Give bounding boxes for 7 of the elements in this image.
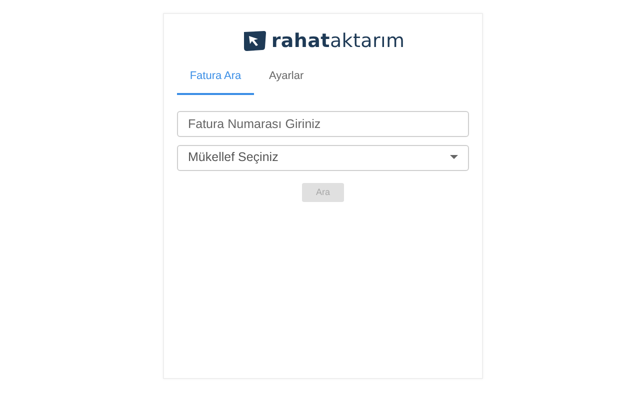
logo-icon: [241, 30, 268, 52]
taxpayer-select[interactable]: Mükellef Seçiniz: [177, 144, 469, 170]
caret-icon: [450, 155, 458, 160]
logo-text: rahataktarım: [271, 32, 405, 50]
tab[interactable]: Fatura Ara: [177, 64, 254, 94]
invoice-number-field[interactable]: Fatura Numarası Giriniz: [177, 110, 469, 136]
tab[interactable]: Ayarlar: [258, 64, 315, 94]
